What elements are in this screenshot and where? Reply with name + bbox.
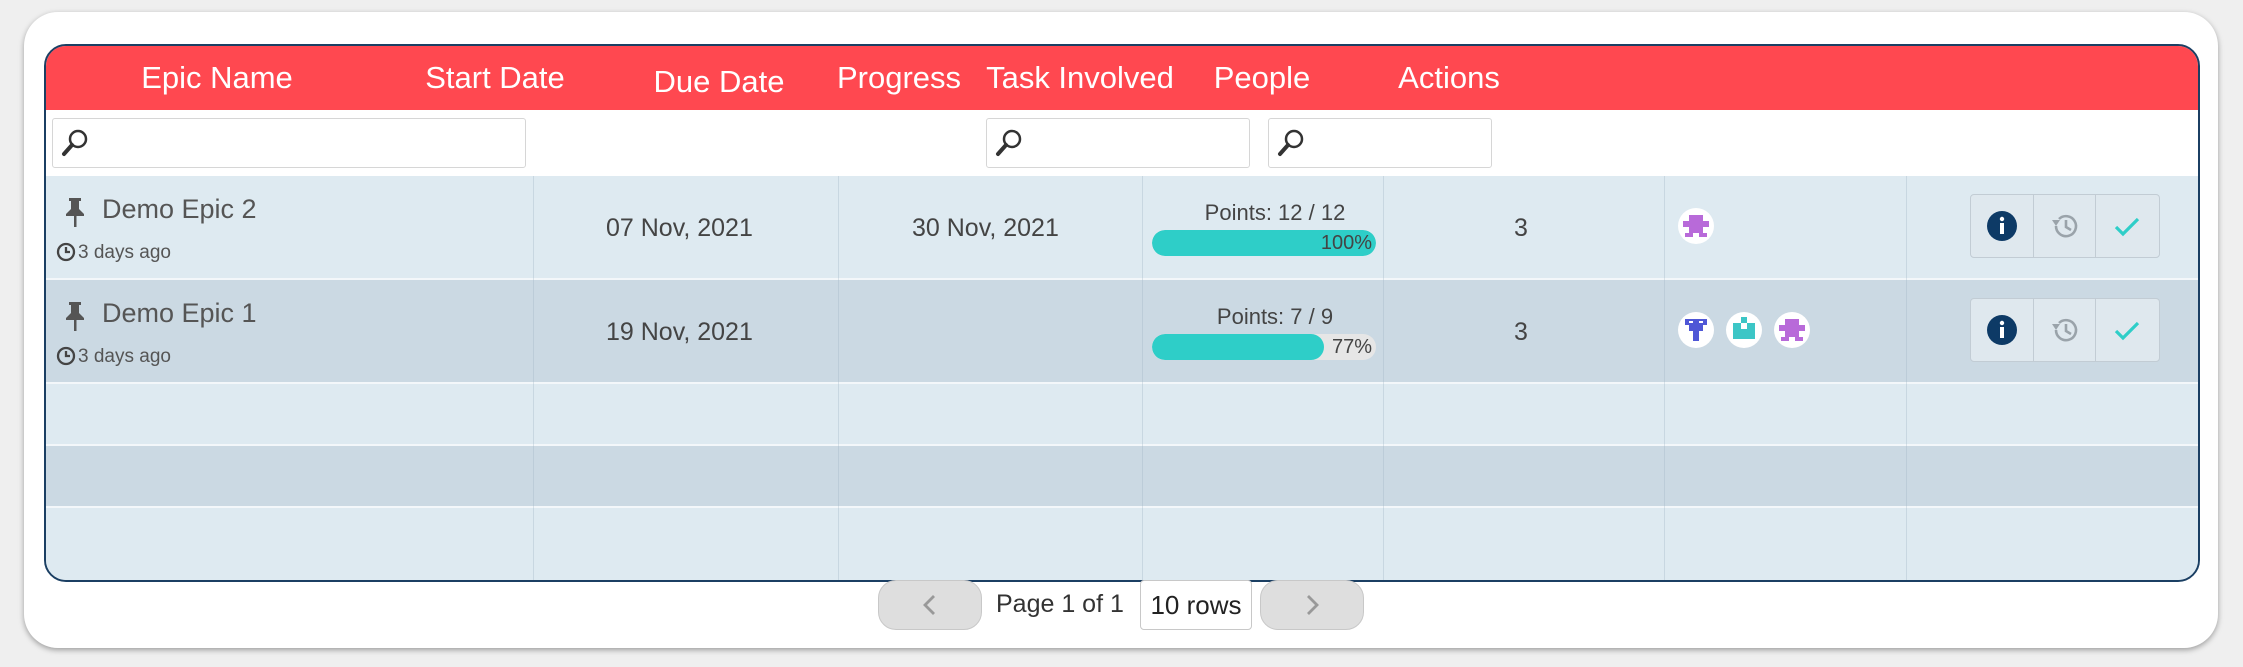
empty-table-row xyxy=(46,446,2198,506)
empty-table-row xyxy=(46,508,2198,580)
pin-icon xyxy=(66,198,84,227)
people-filter-input[interactable] xyxy=(1268,118,1492,168)
column-divider xyxy=(1383,176,1384,580)
complete-button[interactable] xyxy=(2095,195,2158,257)
due-date: 30 Nov, 2021 xyxy=(912,214,1059,242)
search-icon xyxy=(62,129,88,156)
progress-fill xyxy=(1152,334,1325,360)
info-icon xyxy=(1987,315,2017,345)
page-indicator: Page 1 of 1 xyxy=(996,590,1124,618)
column-header-epic-name[interactable]: Epic Name xyxy=(46,46,388,110)
row-actions xyxy=(1970,194,2160,258)
column-divider xyxy=(1906,176,1907,580)
table-row[interactable] xyxy=(46,280,2198,382)
task-count: 3 xyxy=(1514,214,1528,242)
last-updated-text: 3 days ago xyxy=(78,242,171,263)
avatar-teal-icon xyxy=(1733,317,1755,339)
user-avatar[interactable] xyxy=(1678,312,1714,348)
search-icon xyxy=(996,129,1022,156)
epics-card: Epic Name Start Date Due Date Progress T… xyxy=(24,12,2218,648)
column-header-start-date[interactable]: Start Date xyxy=(388,46,602,110)
previous-page-button[interactable] xyxy=(878,580,982,630)
row-actions xyxy=(1970,298,2160,362)
check-icon xyxy=(2114,321,2140,341)
chevron-left-icon xyxy=(923,595,935,615)
avatar-purple-icon xyxy=(1683,215,1709,237)
epic-name-link[interactable]: Demo Epic 2 xyxy=(102,194,257,225)
info-button[interactable] xyxy=(1971,195,2033,257)
history-icon xyxy=(2052,318,2078,342)
epic-name-link[interactable]: Demo Epic 1 xyxy=(102,298,257,329)
column-divider xyxy=(1142,176,1143,580)
chevron-right-icon xyxy=(1307,595,1319,615)
last-updated-text: 3 days ago xyxy=(78,346,171,367)
history-icon xyxy=(2052,214,2078,238)
empty-table-row xyxy=(46,384,2198,444)
complete-button[interactable] xyxy=(2095,299,2158,361)
progress-percent: 77% xyxy=(1331,336,1372,358)
filter-row xyxy=(46,110,2198,176)
user-avatar[interactable] xyxy=(1678,208,1714,244)
user-avatar[interactable] xyxy=(1726,312,1762,348)
avatar-blue-icon xyxy=(1685,319,1707,341)
column-divider xyxy=(533,176,534,580)
next-page-button[interactable] xyxy=(1260,580,1364,630)
table-header: Epic Name Start Date Due Date Progress T… xyxy=(46,46,2198,110)
clock-icon xyxy=(56,242,76,262)
progress-bar: 77% xyxy=(1152,334,1376,360)
task-involved-filter-input[interactable] xyxy=(986,118,1250,168)
epics-table: Epic Name Start Date Due Date Progress T… xyxy=(44,44,2200,582)
column-divider xyxy=(838,176,839,580)
search-icon xyxy=(1278,129,1304,156)
column-divider xyxy=(1664,176,1665,580)
points-text: Points: 7 / 9 xyxy=(1216,304,1334,329)
progress-bar: 100% xyxy=(1152,230,1376,256)
start-date: 19 Nov, 2021 xyxy=(606,318,753,346)
points-text: Points: 12 / 12 xyxy=(1204,200,1346,225)
rows-per-page-select[interactable]: 10 rows xyxy=(1140,580,1252,630)
check-icon xyxy=(2114,217,2140,237)
column-header-progress[interactable]: Progress xyxy=(816,46,982,110)
progress-percent: 100% xyxy=(1320,232,1372,254)
epic-name-filter-input[interactable] xyxy=(52,118,526,168)
column-header-actions: Actions xyxy=(1398,60,1500,95)
clock-icon xyxy=(56,346,76,366)
user-avatar[interactable] xyxy=(1774,312,1810,348)
start-date: 07 Nov, 2021 xyxy=(606,214,753,242)
info-icon xyxy=(1987,211,2017,241)
avatar-purple-icon xyxy=(1779,319,1805,341)
column-header-people[interactable]: People xyxy=(1178,46,1346,110)
column-header-task-involved[interactable]: Task Involved xyxy=(982,46,1178,110)
history-button[interactable] xyxy=(2033,195,2096,257)
pin-icon xyxy=(66,302,84,331)
task-count: 3 xyxy=(1514,318,1528,346)
history-button[interactable] xyxy=(2033,299,2096,361)
info-button[interactable] xyxy=(1971,299,2033,361)
column-header-due-date[interactable]: Due Date xyxy=(602,50,836,114)
table-row[interactable] xyxy=(46,176,2198,278)
